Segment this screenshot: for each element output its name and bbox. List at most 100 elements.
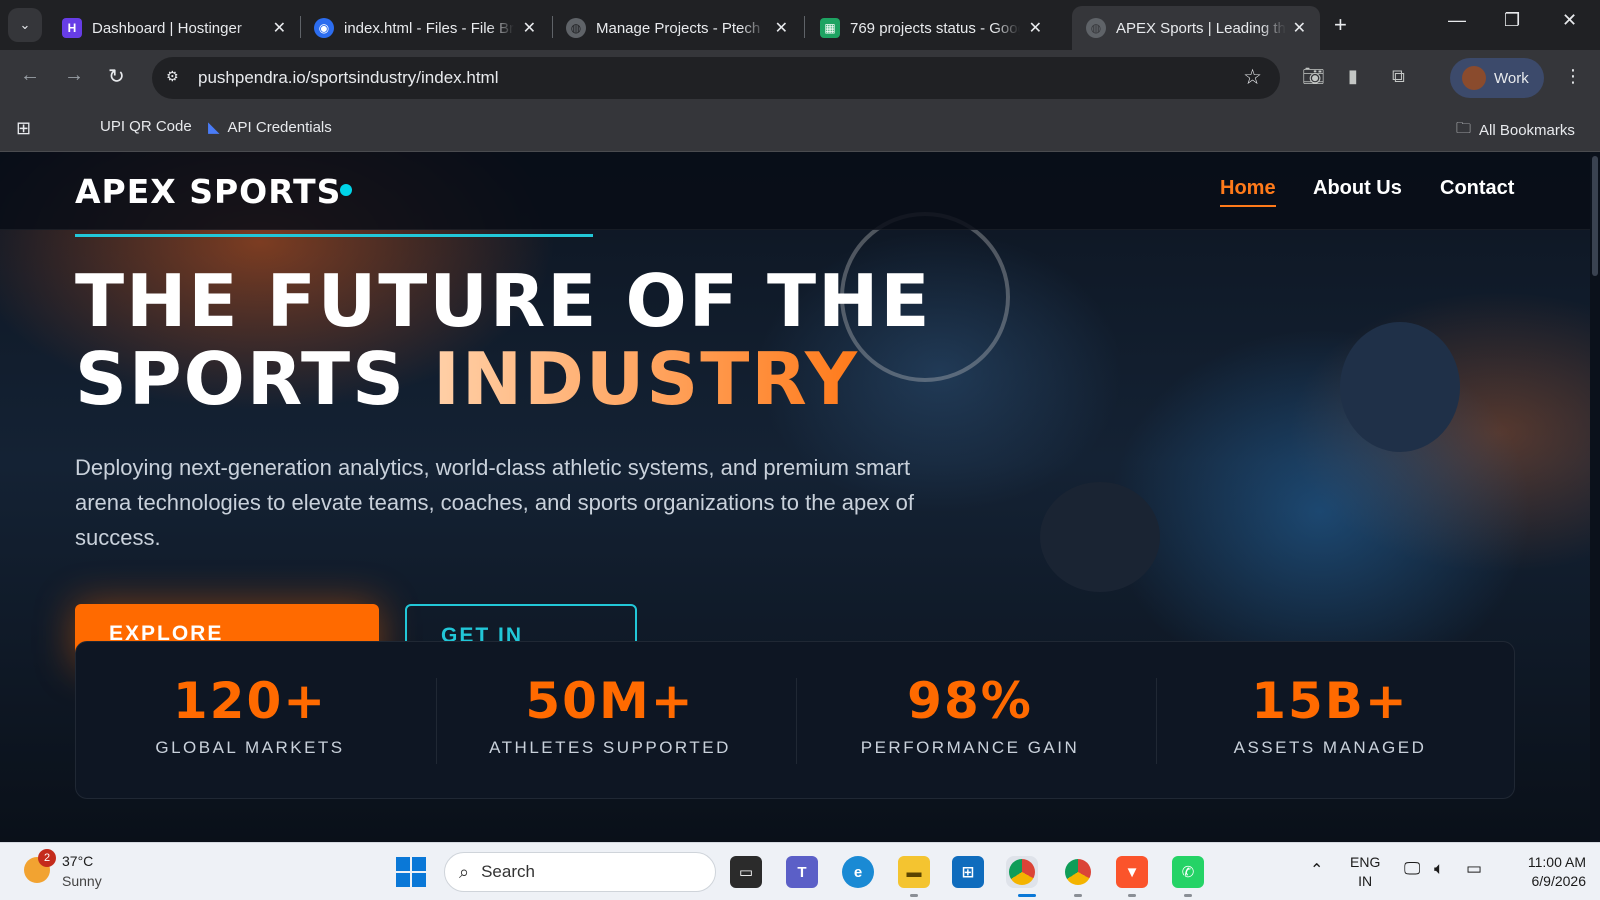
hero-heading-accent: INDUSTRY xyxy=(433,337,859,421)
tab-manage-projects[interactable]: ◍ Manage Projects - Ptech ✕ xyxy=(552,6,802,50)
profile-label: Work xyxy=(1494,69,1529,87)
hostinger-icon: H xyxy=(62,18,82,38)
stat-value: 98% xyxy=(907,672,1033,730)
stat-label: ATHLETES SUPPORTED xyxy=(489,738,731,757)
url-text[interactable]: pushpendra.io/sportsindustry/index.html xyxy=(198,68,499,88)
battery-icon[interactable]: ▭ xyxy=(1466,859,1482,878)
all-bookmarks-button[interactable]: 🗀 All Bookmarks xyxy=(1456,118,1575,143)
minimize-button[interactable]: — xyxy=(1448,10,1466,31)
close-icon[interactable]: ✕ xyxy=(523,18,536,38)
close-icon[interactable]: ✕ xyxy=(273,18,286,38)
edge-icon[interactable]: e xyxy=(842,856,874,888)
hero-heading-plain: SPORTS xyxy=(75,337,434,421)
bookmark-api-credentials[interactable]: ◣ API Credentials xyxy=(208,118,332,137)
language-indicator[interactable]: ENG IN xyxy=(1350,853,1380,891)
globe-icon: ◍ xyxy=(566,18,586,38)
sun-icon: 2 xyxy=(24,849,56,883)
browser-tab-strip: ⌄ H Dashboard | Hostinger ✕ ◉ index.html… xyxy=(0,0,1600,50)
close-icon[interactable]: ✕ xyxy=(775,18,788,38)
tab-title: index.html - Files - File Browser xyxy=(344,19,514,37)
tab-apex-sports[interactable]: ◍ APEX Sports | Leading the Future ✕ xyxy=(1072,6,1320,50)
bookmark-upi-qr-code[interactable]: UPI QR Code xyxy=(100,118,192,135)
file-explorer-icon[interactable]: ▬ xyxy=(898,856,930,888)
nav-contact[interactable]: Contact xyxy=(1440,177,1514,200)
extensions-icon[interactable]: ⧉ xyxy=(1392,66,1405,87)
notification-badge: 2 xyxy=(38,849,56,867)
running-indicator xyxy=(910,894,918,897)
back-button[interactable]: ← xyxy=(20,64,40,87)
microsoft-store-icon[interactable]: ⊞ xyxy=(952,856,984,888)
chrome-work-icon[interactable] xyxy=(1006,856,1038,888)
network-icon[interactable]: 🖵︎ xyxy=(1404,859,1420,878)
avatar xyxy=(1462,66,1486,90)
profile-button[interactable]: Work xyxy=(1450,58,1544,98)
stat-label: GLOBAL MARKETS xyxy=(155,738,345,757)
weather-widget[interactable]: 2 37°C Sunny xyxy=(24,849,102,891)
tab-file-browser[interactable]: ◉ index.html - Files - File Browser ✕ xyxy=(300,6,550,50)
bookmark-star-icon[interactable]: ☆ xyxy=(1243,65,1262,90)
stat-assets-managed: 15B+ ASSETS MANAGED xyxy=(1156,672,1504,758)
menu-icon[interactable]: ⋮ xyxy=(1564,66,1582,87)
tab-title: Manage Projects - Ptech xyxy=(596,19,761,37)
page-scrollbar[interactable] xyxy=(1590,152,1600,842)
close-icon[interactable]: ✕ xyxy=(1029,18,1042,38)
whatsapp-icon[interactable]: ✆ xyxy=(1172,856,1204,888)
weather-condition: Sunny xyxy=(62,873,102,889)
tab-title: APEX Sports | Leading the Future xyxy=(1116,19,1286,37)
stat-athletes-supported: 50M+ ATHLETES SUPPORTED xyxy=(436,672,784,758)
clock-date: 6/9/2026 xyxy=(1531,873,1587,889)
close-window-button[interactable]: ✕ xyxy=(1562,10,1577,31)
browser-toolbar: ← → ↻ ⚙ pushpendra.io/sportsindustry/ind… xyxy=(0,50,1600,106)
stat-global-markets: 120+ GLOBAL MARKETS xyxy=(76,672,424,758)
apps-grid-icon[interactable]: ⊞ xyxy=(16,118,31,139)
hero-heading-line1: THE FUTURE OF THE xyxy=(75,259,932,343)
clock[interactable]: 11:00 AM 6/9/2026 xyxy=(1506,853,1586,891)
scrollbar-thumb[interactable] xyxy=(1592,156,1598,276)
chrome-icon[interactable] xyxy=(1062,856,1094,888)
site-logo[interactable]: APEX SPORTS xyxy=(75,172,341,211)
windows-taskbar: 2 37°C Sunny ⌕ Search ▭ T e ▬ ⊞ ▼ ✆ ⌃ EN… xyxy=(0,842,1600,900)
tab-title: 769 projects status - Google Sheets xyxy=(850,19,1020,37)
tab-divider xyxy=(804,16,805,38)
hero-description: Deploying next-generation analytics, wor… xyxy=(75,455,914,550)
stat-performance-gain: 98% PERFORMANCE GAIN xyxy=(796,672,1144,758)
camera-icon[interactable]: 📷︎ xyxy=(1302,66,1325,87)
forward-button[interactable]: → xyxy=(64,64,84,87)
chevron-up-icon[interactable]: ⌃ xyxy=(1310,861,1323,880)
web-page-viewport: APEX SPORTS Home About Us Contact THE FU… xyxy=(0,152,1600,842)
sheets-icon: ▦ xyxy=(820,18,840,38)
tab-google-sheets[interactable]: ▦ 769 projects status - Google Sheets ✕ xyxy=(806,6,1056,50)
search-placeholder: Search xyxy=(481,862,535,881)
close-icon[interactable]: ✕ xyxy=(1293,18,1306,38)
tab-search-button[interactable]: ⌄ xyxy=(8,8,42,42)
brave-icon[interactable]: ▼ xyxy=(1116,856,1148,888)
teams-icon[interactable]: T xyxy=(786,856,818,888)
start-button[interactable] xyxy=(396,857,426,887)
stat-value: 50M+ xyxy=(525,672,695,730)
nav-about-us[interactable]: About Us xyxy=(1313,177,1402,200)
stat-value: 15B+ xyxy=(1251,672,1409,730)
folder-icon: 🗀 xyxy=(1456,120,1472,137)
taskbar-search[interactable]: ⌕ Search xyxy=(444,852,716,892)
tab-hostinger[interactable]: H Dashboard | Hostinger ✕ xyxy=(48,6,300,50)
documents-icon[interactable]: ▮ xyxy=(1348,66,1358,87)
bookmark-label: UPI QR Code xyxy=(100,118,192,135)
bookmark-label: API Credentials xyxy=(227,118,332,136)
lang-line2: IN xyxy=(1358,873,1373,889)
chevron-down-icon: ⌄ xyxy=(19,17,31,32)
hero-heading: THE FUTURE OF THE SPORTS INDUSTRY xyxy=(75,262,932,418)
reload-button[interactable]: ↻ xyxy=(108,64,125,89)
site-settings-icon[interactable]: ⚙ xyxy=(166,68,186,88)
sprinter-image xyxy=(1340,322,1460,452)
cyclist-image xyxy=(1040,482,1160,592)
file-browser-icon: ◉ xyxy=(314,18,334,38)
stat-label: PERFORMANCE GAIN xyxy=(860,738,1080,757)
restore-button[interactable]: ❐ xyxy=(1504,10,1520,31)
nav-home[interactable]: Home xyxy=(1220,177,1276,207)
address-bar[interactable]: ⚙ pushpendra.io/sportsindustry/index.htm… xyxy=(152,57,1280,99)
task-view-icon[interactable]: ▭ xyxy=(730,856,762,888)
new-tab-button[interactable]: + xyxy=(1334,12,1347,38)
bookmark-favicon-icon: ◣ xyxy=(208,119,220,136)
running-indicator xyxy=(1128,894,1136,897)
volume-icon[interactable]: 🔈︎ xyxy=(1434,859,1444,878)
